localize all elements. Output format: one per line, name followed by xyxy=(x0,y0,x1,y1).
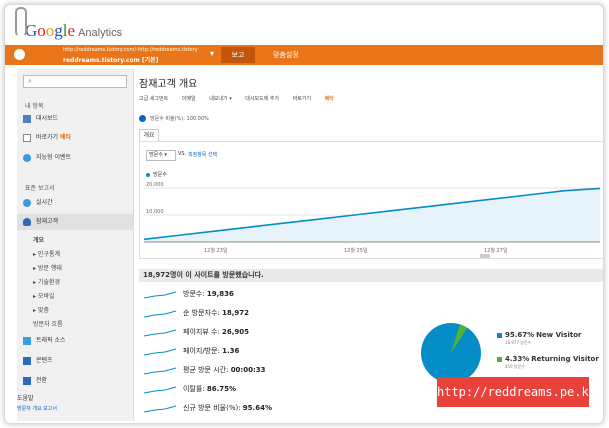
sidebar-item-traffic[interactable]: 트래픽 소스 xyxy=(17,333,133,349)
data-point xyxy=(283,222,285,224)
sidebar: ⌕ 내 항목 대시보드 바로가기 베타 지능형 이벤트 표준 보고서 실시간 잠… xyxy=(17,69,134,421)
sidebar-item-mobile[interactable]: ▸ 모바일 xyxy=(33,291,54,300)
data-point xyxy=(248,226,250,228)
clock-icon xyxy=(23,199,31,207)
sparkline xyxy=(143,367,177,375)
shortcut-button[interactable]: 바로가기 베타 xyxy=(293,96,346,102)
chart-panel: 방문수 ▾ VS. 측정항목 선택 방문수 20,000 10,000 12월 23… xyxy=(139,141,603,259)
y-tick-label: 20,000 xyxy=(146,182,164,188)
top-nav-bar: http://reddreams.tistory.com/-http://red… xyxy=(5,45,603,65)
sidebar-heading-my: 내 항목 xyxy=(25,103,44,110)
add-to-dashboard-button[interactable]: 대시보드에 추가 xyxy=(245,96,279,102)
data-point xyxy=(388,210,391,212)
sidebar-item-overview[interactable]: 개요 xyxy=(33,235,44,244)
data-point xyxy=(494,198,496,200)
content-icon xyxy=(23,357,31,365)
watermark: http://reddreams.pe.kr xyxy=(437,377,596,407)
account-name[interactable]: reddreams.tistory.com [기본] xyxy=(63,55,158,64)
y-tick-label: 10,000 xyxy=(146,209,164,215)
main-content: 잠재고객 개요 고급 세그먼트 이메일 내보내기 ▾ 대시보드에 추가 바로가기… xyxy=(137,69,603,423)
traffic-icon xyxy=(23,337,31,345)
sidebar-item-realtime[interactable]: 실시간 xyxy=(17,195,133,211)
visitor-pie-chart xyxy=(421,323,481,383)
people-icon xyxy=(23,218,31,226)
page-title: 잠재고객 개요 xyxy=(139,79,198,90)
advanced-segments-button[interactable]: 고급 세그먼트 xyxy=(139,96,168,102)
sparkline xyxy=(143,329,177,337)
export-button[interactable]: 내보내기 ▾ xyxy=(209,96,232,102)
data-point xyxy=(353,214,356,216)
visits-chart: 20,000 10,000 12월 23일 12월 25일 12월 27일 xyxy=(144,182,600,254)
chevron-down-icon[interactable]: ▾ xyxy=(210,49,214,58)
window-frame: Google Analytics http://reddreams.tistory… xyxy=(4,4,604,424)
globe-icon xyxy=(14,49,25,60)
data-point xyxy=(424,206,426,208)
grid-icon xyxy=(23,115,31,123)
shortcut-icon xyxy=(23,134,31,142)
legend-square-icon xyxy=(497,333,502,338)
email-button[interactable]: 이메일 xyxy=(182,96,196,102)
search-icon: ⌕ xyxy=(28,77,32,85)
sparkline xyxy=(143,291,177,299)
data-point xyxy=(213,230,215,232)
sidebar-item-behavior[interactable]: ▸ 방문 행태 xyxy=(33,263,62,272)
help-heading: 도움말 xyxy=(17,395,34,402)
data-point xyxy=(564,190,566,192)
sidebar-item-audience[interactable]: 잠재고객 xyxy=(17,214,133,230)
legend-label: 방문수 xyxy=(153,172,167,178)
segment-dot-icon xyxy=(139,115,146,122)
x-tick-label: 12월 27일 xyxy=(484,247,508,254)
pie-legend-returning: 4.33% Returning Visitor 859 방문수 xyxy=(497,355,599,370)
x-tick-label: 12월 25일 xyxy=(344,247,368,254)
sparkline xyxy=(143,386,177,394)
data-point xyxy=(318,218,320,220)
select-metric-link[interactable]: 측정항목 선택 xyxy=(188,151,217,158)
metric-select[interactable]: 방문수 ▾ xyxy=(146,150,176,161)
account-url[interactable]: http://reddreams.tistory.com/-http://red… xyxy=(63,47,198,53)
sidebar-item-intelligence[interactable]: 지능형 이벤트 xyxy=(17,150,133,166)
data-point xyxy=(178,234,180,236)
data-point xyxy=(529,194,531,196)
tab-customization[interactable]: 맞춤설정 xyxy=(273,47,299,63)
sidebar-heading-standard: 표준 보고서 xyxy=(25,185,55,192)
chart-scroll-handle[interactable] xyxy=(480,254,490,258)
lightbulb-icon xyxy=(23,154,31,162)
summary-banner: 18,972명이 이 사이트를 방문했습니다. xyxy=(139,269,603,282)
pie-legend-new: 95.67% New Visitor 18,977 방문수 xyxy=(497,331,581,346)
sidebar-item-visitor-flow[interactable]: 방문자 흐름 xyxy=(33,319,63,328)
sidebar-item-conversions[interactable]: 전환 xyxy=(17,373,133,389)
sidebar-item-demographics[interactable]: ▸ 인구통계 xyxy=(33,249,60,258)
x-tick-label: 12월 23일 xyxy=(204,247,228,254)
help-link[interactable]: 방문자 개요 보고서 xyxy=(17,405,57,412)
flag-icon xyxy=(23,377,31,385)
sidebar-item-custom[interactable]: ▸ 맞춤 xyxy=(33,305,49,314)
legend-dot-icon xyxy=(146,173,150,177)
google-analytics-logo[interactable]: Google Analytics xyxy=(25,21,122,41)
sidebar-item-content[interactable]: 콘텐츠 xyxy=(17,353,133,369)
data-point xyxy=(459,202,461,204)
vs-label: VS. xyxy=(178,151,187,157)
paperclip-icon xyxy=(15,7,27,37)
sparkline xyxy=(143,405,177,413)
sidebar-item-technology[interactable]: ▸ 기술환경 xyxy=(33,277,60,286)
report-toolbar: 고급 세그먼트 이메일 내보내기 ▾ 대시보드에 추가 바로가기 베타 xyxy=(139,95,358,102)
legend-square-icon xyxy=(497,357,502,362)
search-input[interactable]: ⌕ xyxy=(23,75,127,88)
tab-report[interactable]: 보고 xyxy=(221,47,255,63)
sidebar-item-shortcuts[interactable]: 바로가기 베타 xyxy=(17,130,133,146)
sparkline xyxy=(143,348,177,356)
segment-summary: 방문수 비율(%): 100.00% xyxy=(150,116,209,122)
sidebar-item-dashboard[interactable]: 대시보드 xyxy=(17,111,133,127)
sparkline xyxy=(143,310,177,318)
